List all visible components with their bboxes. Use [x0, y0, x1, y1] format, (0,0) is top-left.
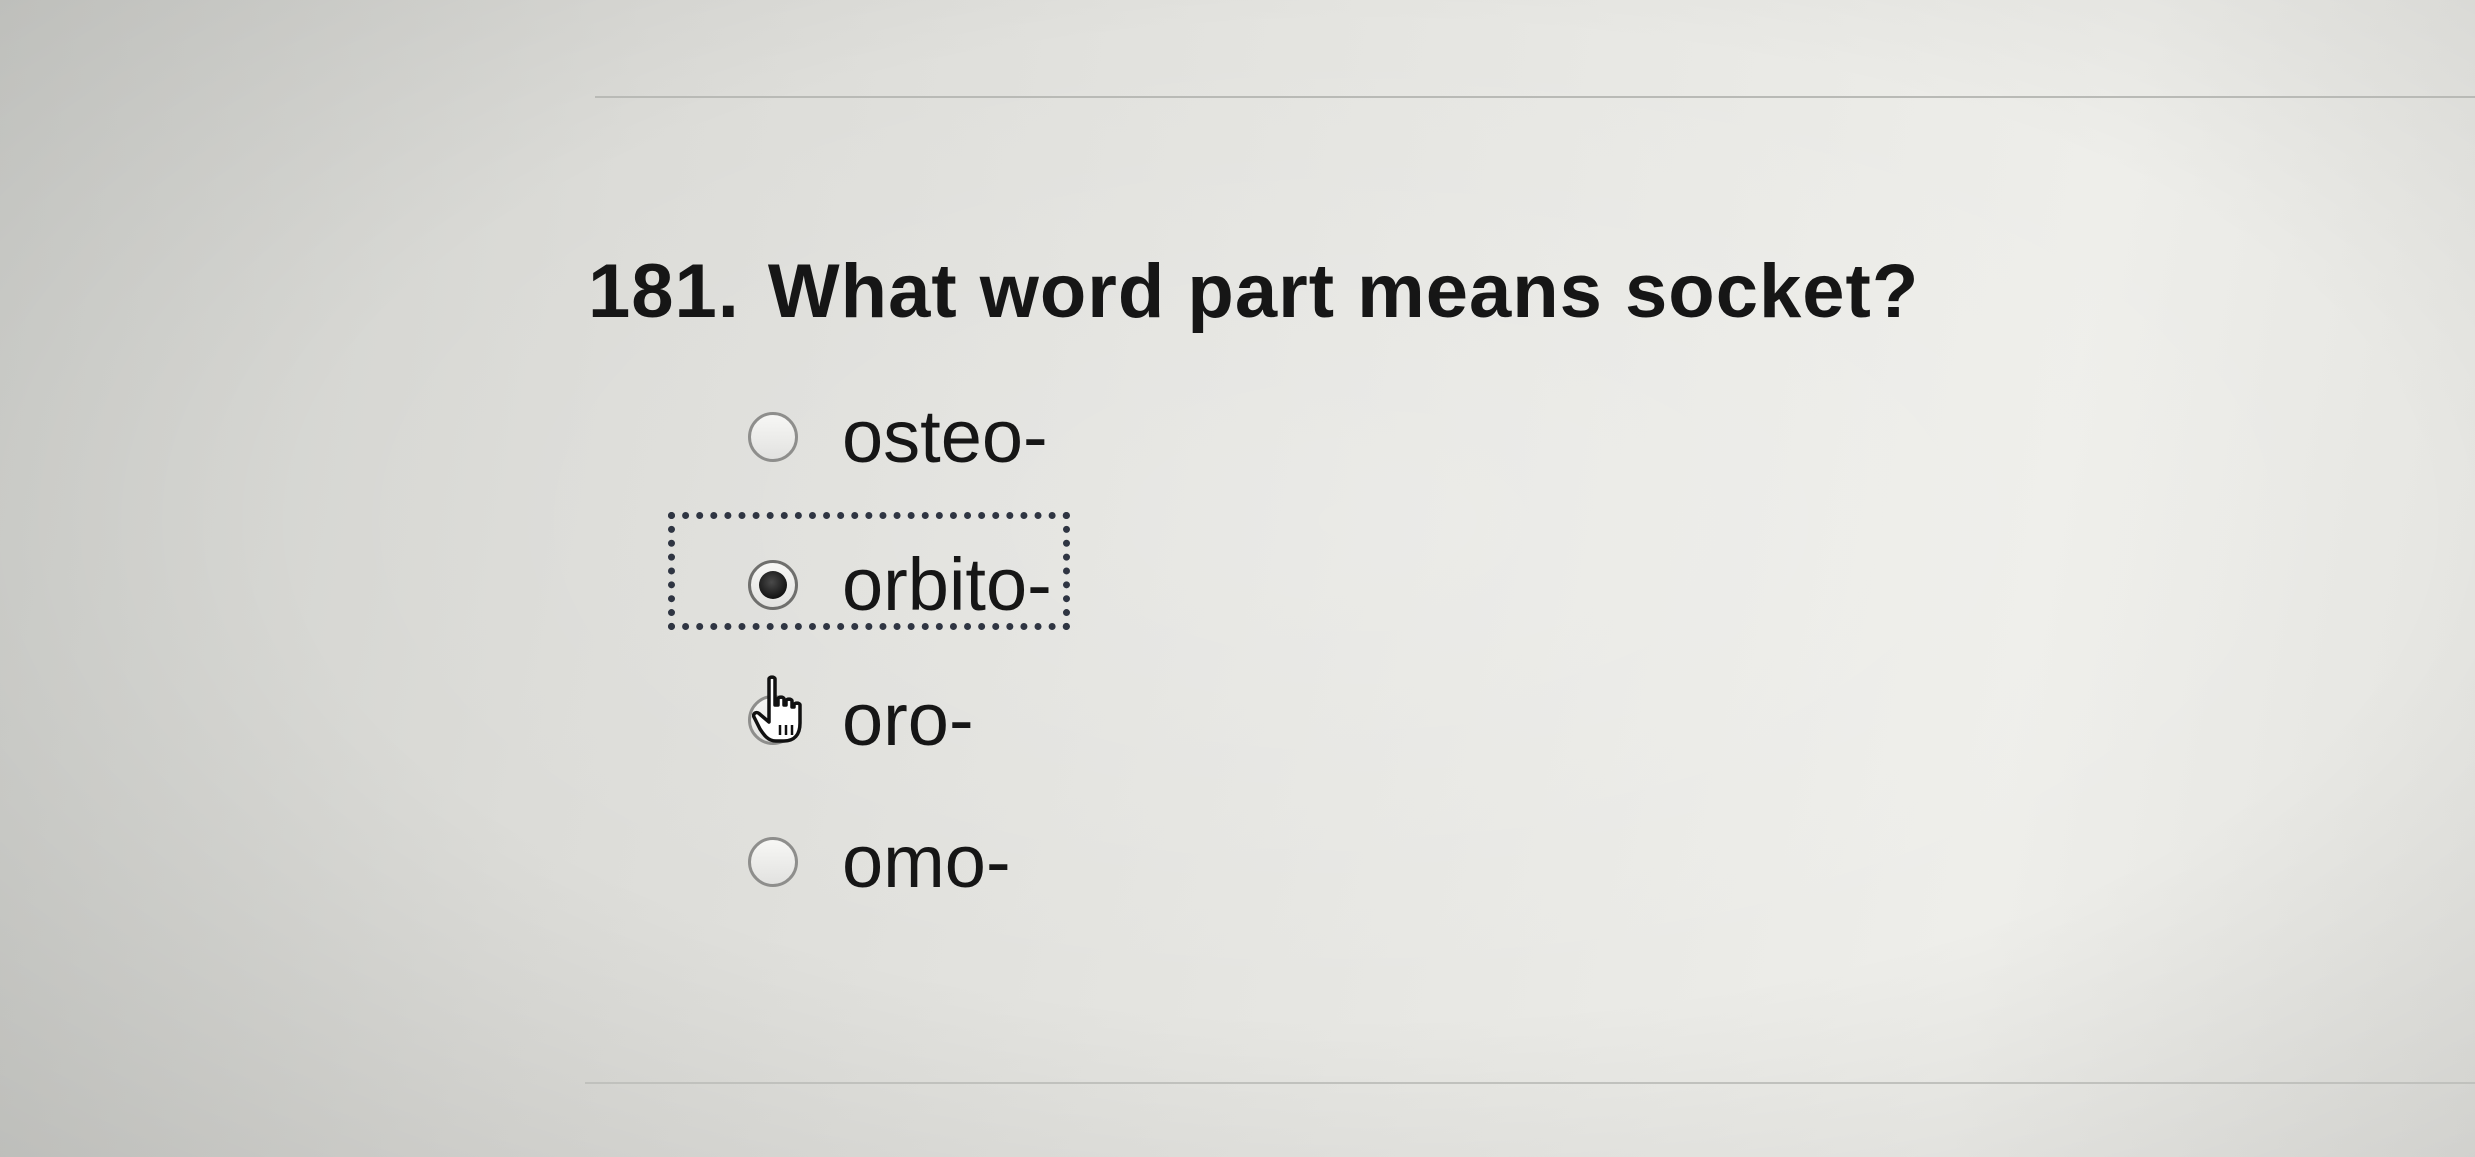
- question-number: 181.: [588, 249, 740, 334]
- question-text: What word part means socket?: [767, 249, 1920, 334]
- option-label: oro-: [842, 678, 974, 761]
- bottom-divider: [585, 1082, 2475, 1084]
- option-label: orbito-: [842, 543, 1052, 626]
- radio-button-unselected[interactable]: [748, 837, 798, 887]
- pointing-hand-cursor-icon: [752, 675, 802, 743]
- option-label: osteo-: [842, 395, 1048, 478]
- answer-option-orbito[interactable]: orbito-: [748, 545, 1052, 625]
- top-divider: [595, 96, 2475, 98]
- background: [0, 0, 2475, 1157]
- option-label: omo-: [842, 820, 1011, 903]
- answer-option-osteo[interactable]: osteo-: [748, 397, 1048, 477]
- radio-button-unselected[interactable]: [748, 412, 798, 462]
- answer-option-omo[interactable]: omo-: [748, 822, 1011, 902]
- radio-button-selected[interactable]: [748, 560, 798, 610]
- radio-selected-dot: [759, 571, 787, 599]
- question-heading: 181. What word part means socket?: [588, 248, 1919, 335]
